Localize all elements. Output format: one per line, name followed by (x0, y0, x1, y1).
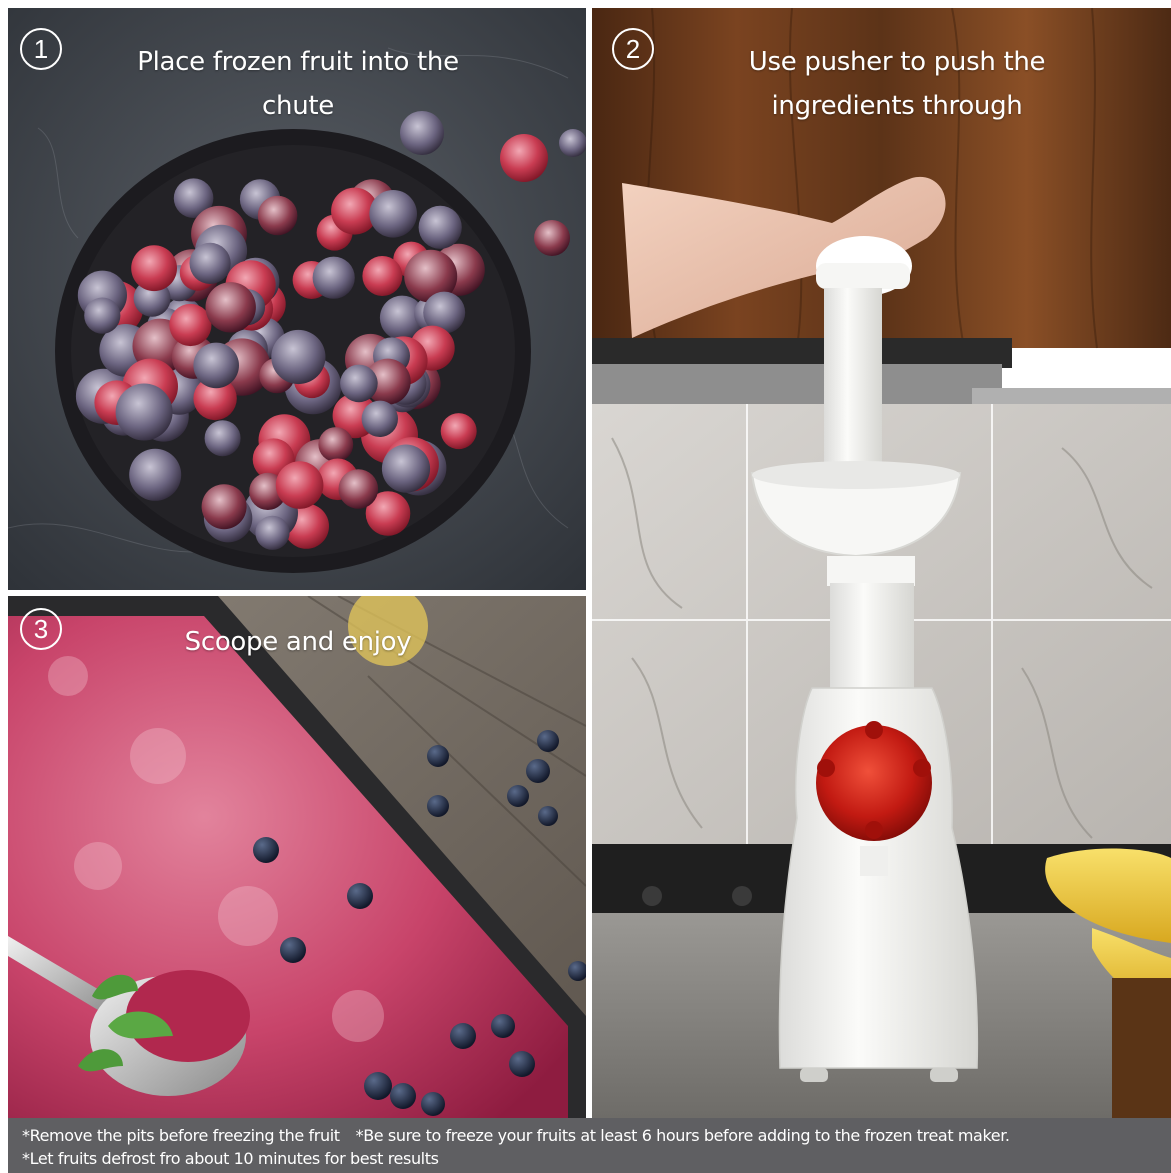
blueberry (427, 745, 449, 767)
product-collage: 1 Place frozen fruit into the chute 2 Us… (0, 0, 1171, 1173)
blueberry (538, 806, 558, 826)
berry (338, 469, 379, 509)
footnote-freeze-time: *Be sure to freeze your fruits at least … (355, 1126, 1010, 1145)
blueberry (347, 883, 373, 909)
step-2-caption-line-1: Use pusher to push the (748, 47, 1046, 77)
blueberry (450, 1023, 476, 1049)
blueberry (427, 795, 449, 817)
blueberry (537, 730, 559, 752)
frozen-berries-photo: 1 Place frozen fruit into the chute (8, 8, 586, 590)
sorbet-tray-image (8, 596, 586, 1118)
step-2-badge: 2 (612, 28, 654, 70)
berry (275, 461, 324, 509)
berry (381, 444, 431, 493)
blueberry (364, 1072, 392, 1100)
berry (440, 413, 477, 450)
blueberry (507, 785, 529, 807)
berry (169, 303, 212, 347)
berry (257, 195, 298, 236)
berry (271, 329, 326, 385)
step-2-caption-line-2: ingredients through (771, 91, 1023, 121)
blueberry (509, 1051, 535, 1077)
berry (362, 256, 403, 296)
blueberry (421, 1092, 445, 1116)
treat-maker-photo: 2 Use pusher to push the ingredients thr… (592, 8, 1171, 1118)
step-3-badge: 3 (20, 608, 62, 650)
berry (193, 342, 239, 389)
berry (201, 484, 247, 530)
step-1-badge: 1 (20, 28, 62, 70)
blueberry (390, 1083, 416, 1109)
berry (129, 448, 182, 501)
footnote-defrost: *Let fruits defrost fro about 10 minutes… (22, 1149, 439, 1168)
step-1-caption: Place frozen fruit into the chute (137, 47, 459, 121)
berry (318, 427, 354, 462)
berry (205, 282, 256, 333)
sorbet-tray-photo: 3 Scoope and enjoy (8, 596, 586, 1118)
blueberry (526, 759, 550, 783)
berry (340, 364, 378, 403)
treat-maker-image (592, 8, 1171, 1118)
berry (115, 383, 173, 441)
blueberry (280, 937, 306, 963)
berry (84, 297, 121, 334)
berry (361, 400, 398, 437)
footnote-line-1: *Remove the pits before freezing the fru… (22, 1124, 1171, 1147)
berry (131, 245, 177, 292)
footnote-line-2: *Let fruits defrost fro about 10 minutes… (22, 1147, 1171, 1170)
step-3-caption: Scoope and enjoy (184, 627, 412, 657)
blueberry (491, 1014, 515, 1038)
berry (312, 256, 355, 299)
berry (418, 205, 462, 249)
berry (204, 420, 241, 457)
berry (255, 515, 290, 550)
berry (189, 242, 231, 284)
blueberry (253, 837, 279, 863)
footnote-bar: *Remove the pits before freezing the fru… (8, 1118, 1171, 1173)
berry (369, 190, 418, 238)
footnote-remove-pits: *Remove the pits before freezing the fru… (22, 1126, 340, 1145)
